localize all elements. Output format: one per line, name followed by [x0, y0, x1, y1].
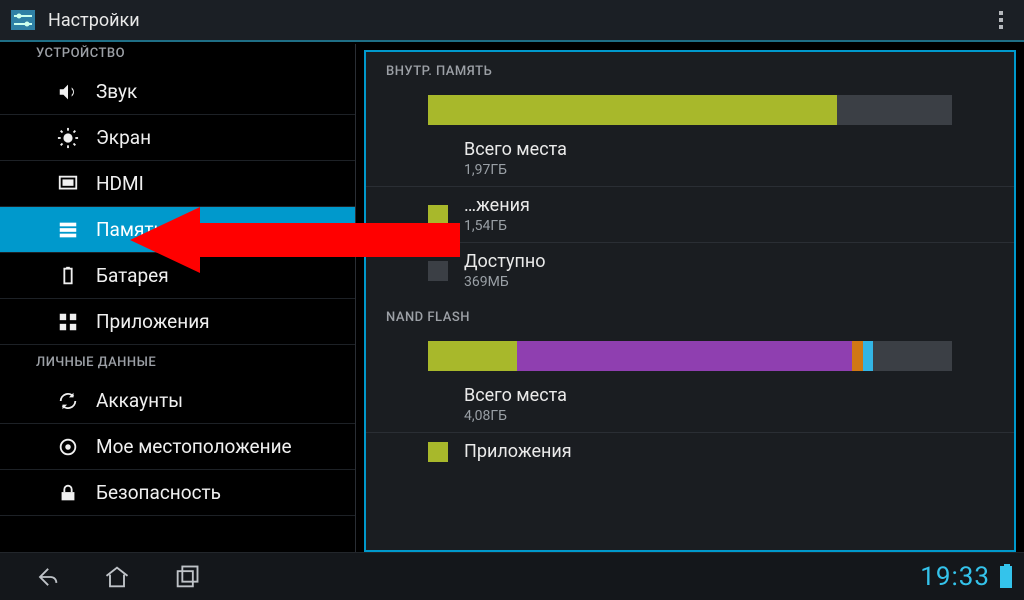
storage-row-value: 369МБ [464, 274, 546, 290]
annotation-arrow [130, 207, 460, 273]
sync-icon [56, 389, 80, 413]
sidebar-item-display[interactable]: Экран [0, 115, 355, 161]
sidebar-item-hdmi[interactable]: HDMI [0, 161, 355, 207]
action-bar: Настройки [0, 0, 1024, 42]
storage-row-label: Приложения [464, 441, 572, 462]
storage-bar-nand [428, 341, 952, 371]
sidebar-item-sound[interactable]: Звук [0, 69, 355, 115]
storage-swatch [428, 442, 448, 462]
storage-section-nand-header: NAND FLASH [366, 298, 1014, 335]
settings-sidebar[interactable]: УСТРОЙСТВО Звук Экран HDMI Память [0, 44, 356, 552]
sidebar-item-label: Звук [96, 80, 137, 103]
storage-icon [56, 218, 80, 242]
battery-status-icon[interactable] [1000, 566, 1012, 588]
sidebar-item-label: Мое местоположение [96, 435, 292, 458]
storage-panel[interactable]: ВНУТР. ПАМЯТЬ Всего места 1,97ГБ …жения … [364, 50, 1016, 552]
storage-bar-internal [428, 95, 952, 125]
storage-row-label: Всего места [464, 385, 567, 406]
storage-row-label: Доступно [464, 251, 546, 272]
storage-row-value: 1,97ГБ [464, 162, 567, 178]
status-bar-clock[interactable]: 19:33 [920, 562, 990, 592]
sidebar-item-label: Безопасность [96, 481, 221, 504]
storage-row-total[interactable]: Всего места 1,97ГБ [366, 131, 1014, 186]
apps-icon [56, 310, 80, 334]
location-icon [56, 435, 80, 459]
brightness-icon [56, 126, 80, 150]
storage-row-available[interactable]: Доступно 369МБ [366, 242, 1014, 298]
storage-section-internal-header: ВНУТР. ПАМЯТЬ [366, 52, 1014, 89]
sidebar-item-accounts[interactable]: Аккаунты [0, 378, 355, 424]
storage-row-value: 1,54ГБ [464, 218, 530, 234]
battery-icon [56, 264, 80, 288]
monitor-icon [56, 172, 80, 196]
sidebar-section-personal: ЛИЧНЫЕ ДАННЫЕ [0, 345, 355, 378]
app-title: Настройки [48, 10, 986, 31]
storage-row-apps[interactable]: …жения 1,54ГБ [366, 186, 1014, 242]
lock-icon [56, 481, 80, 505]
sidebar-item-apps[interactable]: Приложения [0, 299, 355, 345]
sidebar-item-location[interactable]: Мое местоположение [0, 424, 355, 470]
home-button[interactable] [82, 557, 152, 597]
system-nav-bar: 19:33 [0, 552, 1024, 600]
sidebar-item-label: Приложения [96, 310, 210, 333]
sidebar-item-label: Экран [96, 126, 151, 149]
settings-icon [8, 5, 38, 35]
storage-row-nand-apps[interactable]: Приложения [366, 432, 1014, 462]
storage-row-label: …жения [464, 195, 530, 216]
overflow-menu-button[interactable] [986, 11, 1016, 29]
speaker-icon [56, 80, 80, 104]
recent-apps-button[interactable] [152, 557, 222, 597]
storage-row-label: Всего места [464, 139, 567, 160]
storage-row-value: 4,08ГБ [464, 408, 567, 424]
back-button[interactable] [12, 557, 82, 597]
content-area: УСТРОЙСТВО Звук Экран HDMI Память [0, 44, 1024, 552]
storage-row-nand-total[interactable]: Всего места 4,08ГБ [366, 377, 1014, 432]
sidebar-section-device: УСТРОЙСТВО [0, 44, 355, 69]
sidebar-item-label: HDMI [96, 172, 144, 195]
sidebar-item-security[interactable]: Безопасность [0, 470, 355, 516]
sidebar-item-label: Аккаунты [96, 389, 183, 412]
